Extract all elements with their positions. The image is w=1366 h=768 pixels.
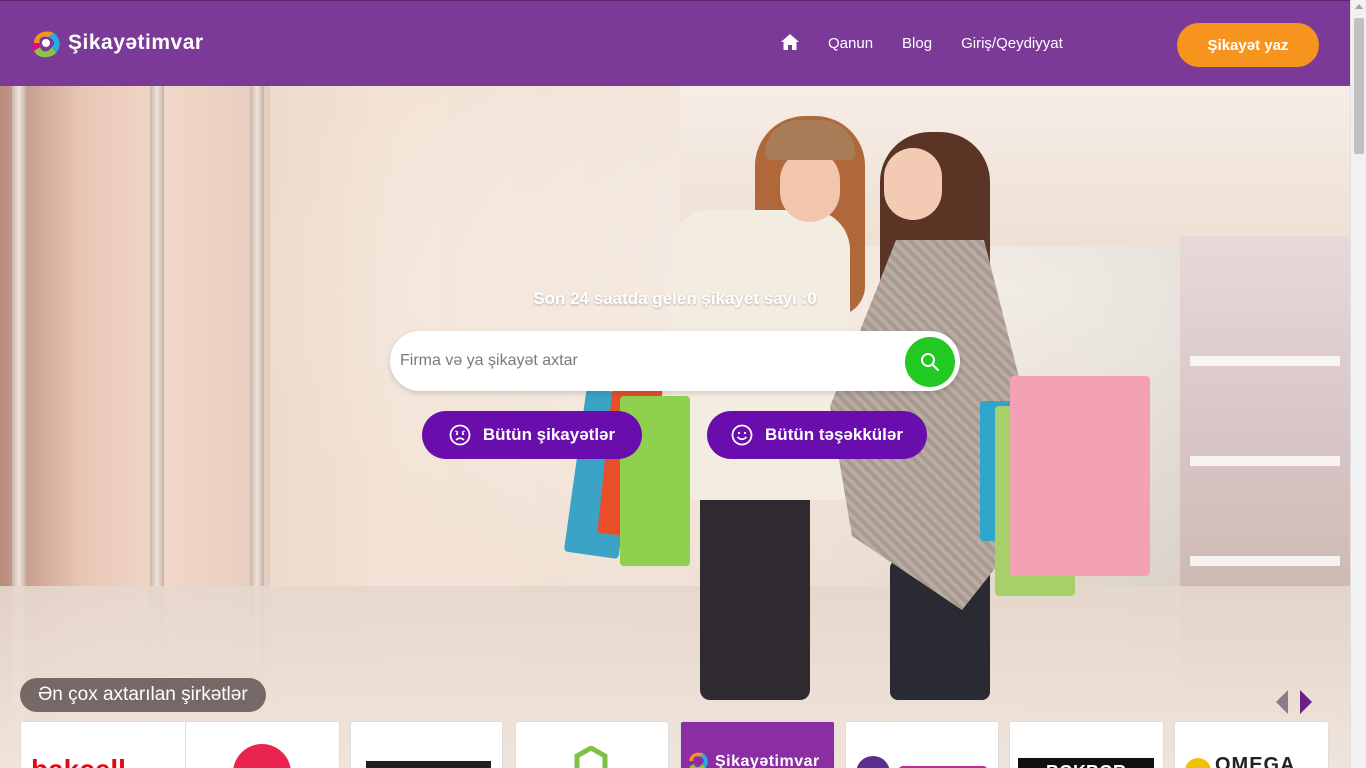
site-logo[interactable]: Şikayətimvar [28, 25, 204, 61]
search-input[interactable] [400, 343, 890, 379]
carousel-arrows [1272, 688, 1316, 716]
company-carousel: bakcell Şikayətimvar BOKBOR OMEGA [20, 721, 1330, 768]
omega-logo-icon [1185, 758, 1211, 768]
dark-banner-logo [366, 761, 491, 768]
scroll-up-icon[interactable] [1355, 4, 1363, 9]
scrollbar-thumb[interactable] [1354, 18, 1364, 154]
hero-banner [0, 86, 1350, 768]
company-card-green[interactable] [515, 721, 669, 768]
search-button[interactable] [905, 337, 955, 387]
popular-companies-title: Ən çox axtarılan şirkətlər [20, 678, 266, 712]
company-card-azercell[interactable] [845, 721, 999, 768]
all-complaints-label: Bütün şikayətlər [482, 425, 616, 444]
main-nav: Qanun Blog Giriş/Qeydiyyat [780, 33, 1092, 53]
bakcell-logo: bakcell [31, 754, 126, 768]
green-hexagon-logo [573, 745, 609, 768]
company-card-omega[interactable]: OMEGA [1174, 721, 1329, 768]
logo-text: Şikayətimvar [68, 31, 204, 54]
complaint-counter: Son 24 saatda gelen şikayet sayı :0 [533, 289, 817, 308]
all-thanks-label: Bütün təşəkkülər [765, 425, 903, 444]
shopping-bag [1010, 376, 1150, 576]
bokbor-logo: BOKBOR [1018, 758, 1154, 768]
company-card-sikayetimvar[interactable]: Şikayətimvar [680, 721, 835, 768]
smile-face-icon [731, 424, 753, 446]
sad-face-icon [449, 424, 471, 446]
all-complaints-button[interactable]: Bütün şikayətlər [422, 411, 642, 459]
nav-link-qanun[interactable]: Qanun [828, 35, 873, 52]
sikayetimvar-logo-text: Şikayətimvar [715, 753, 820, 768]
omega-logo-text: OMEGA [1215, 754, 1296, 768]
home-icon[interactable] [780, 33, 800, 53]
sikayetimvar-logo-icon [685, 748, 711, 768]
all-thanks-button[interactable]: Bütün təşəkkülər [707, 411, 927, 459]
red-circle-logo [233, 744, 291, 768]
logo-icon [28, 25, 64, 61]
nav-link-login-register[interactable]: Giriş/Qeydiyyat [961, 35, 1063, 52]
azercell-logo [856, 756, 890, 768]
carousel-prev-icon[interactable] [1272, 688, 1294, 716]
page-scrollbar[interactable] [1350, 0, 1366, 768]
search-icon [921, 353, 940, 372]
write-complaint-button[interactable]: Şikayət yaz [1177, 23, 1319, 67]
company-card-bokbor[interactable]: BOKBOR [1009, 721, 1164, 768]
company-card-red[interactable] [185, 721, 340, 768]
search-box [390, 331, 960, 391]
company-card-dark[interactable] [350, 721, 503, 768]
carousel-next-icon[interactable] [1294, 688, 1316, 716]
nav-link-blog[interactable]: Blog [902, 35, 932, 52]
top-header: Şikayətimvar Qanun Blog Giriş/Qeydiyyat … [0, 0, 1350, 86]
